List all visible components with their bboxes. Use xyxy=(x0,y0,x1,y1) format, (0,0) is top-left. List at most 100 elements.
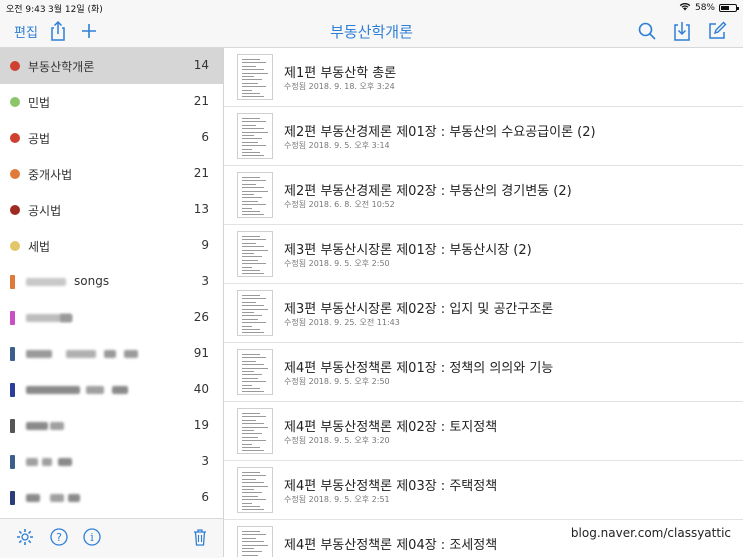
folder-color-marker xyxy=(10,383,15,397)
import-icon[interactable] xyxy=(671,20,693,42)
note-row[interactable]: 제4편 부동산정책론 제01장 : 정책의 의의와 기능 수정됨 2018. 9.… xyxy=(224,343,743,402)
sidebar-item-count: 91 xyxy=(193,346,209,360)
sidebar-item-label: songs xyxy=(74,274,110,288)
add-icon[interactable] xyxy=(78,20,100,42)
note-title: 제3편 부동산시장론 제02장 : 입지 및 공간구조론 xyxy=(284,302,554,317)
sidebar-item-count: 13 xyxy=(193,202,209,216)
redacted-label xyxy=(50,422,64,430)
note-thumbnail xyxy=(237,526,273,557)
sidebar-item-count: 21 xyxy=(193,94,209,108)
note-modified-date: 수정됨 2018. 9. 18. 오후 3:24 xyxy=(284,82,395,91)
redacted-label xyxy=(66,350,96,358)
sidebar-item-label: 부동산학개론 xyxy=(28,60,95,74)
note-modified-date: 수정됨 2018. 9. 5. 오후 2:50 xyxy=(284,377,390,386)
gear-icon[interactable] xyxy=(15,527,35,547)
svg-text:i: i xyxy=(90,531,94,544)
folder-color-marker xyxy=(10,455,15,469)
sidebar-item[interactable]: 중개사법 21 xyxy=(0,156,223,192)
sidebar-item-count: 40 xyxy=(193,382,209,396)
battery-percent: 58% xyxy=(694,3,715,13)
status-right: 58% xyxy=(679,2,739,14)
share-icon[interactable] xyxy=(47,20,69,42)
note-thumbnail xyxy=(237,467,273,513)
sidebar-item-label: 중개사법 xyxy=(28,168,73,182)
sidebar-item[interactable]: 공법 6 xyxy=(0,120,223,156)
redacted-label xyxy=(68,494,80,502)
sidebar-item-count: 26 xyxy=(193,310,209,324)
folder-color-marker xyxy=(10,347,15,361)
sidebar-item[interactable]: 6 xyxy=(0,480,223,516)
note-title: 제4편 부동산정책론 제02장 : 토지정책 xyxy=(284,420,498,435)
redacted-label xyxy=(26,422,48,430)
sidebar-item-count: 14 xyxy=(193,58,209,72)
sidebar-item-count: 6 xyxy=(201,490,209,504)
note-row[interactable]: 제4편 부동산정책론 제02장 : 토지정책 수정됨 2018. 9. 5. 오후… xyxy=(224,402,743,461)
note-row[interactable]: 제1편 부동산학 총론 수정됨 2018. 9. 18. 오후 3:24 xyxy=(224,48,743,107)
sidebar-item[interactable]: 19 xyxy=(0,408,223,444)
note-row[interactable]: 제2편 부동산경제론 제01장 : 부동산의 수요공급이론 (2) 수정됨 201… xyxy=(224,107,743,166)
redacted-label xyxy=(60,314,72,322)
redacted-label xyxy=(112,386,128,394)
note-modified-date: 수정됨 2018. 9. 5. 오후 3:20 xyxy=(284,436,390,445)
sidebar-item[interactable]: 3 xyxy=(0,444,223,480)
navigation-bar: 편집 부동산학개론 xyxy=(0,14,743,48)
sidebar-item-count: 3 xyxy=(201,454,209,468)
note-row[interactable]: 제3편 부동산시장론 제01장 : 부동산시장 (2) 수정됨 2018. 9. … xyxy=(224,225,743,284)
redacted-label xyxy=(26,386,80,394)
note-thumbnail xyxy=(237,54,273,100)
redacted-label xyxy=(124,350,138,358)
redacted-label xyxy=(26,278,66,286)
note-title: 제4편 부동산정책론 제03장 : 주택정책 xyxy=(284,479,498,494)
redacted-label xyxy=(104,350,116,358)
search-icon[interactable] xyxy=(636,20,658,42)
watermark: blog.naver.com/classyattic xyxy=(566,524,735,542)
redacted-label xyxy=(86,386,104,394)
status-bar: 오전 9:43 3월 12일 (화) 58% xyxy=(0,0,743,15)
trash-icon[interactable] xyxy=(190,527,210,547)
note-thumbnail xyxy=(237,231,273,277)
sidebar-item-label: 공시법 xyxy=(28,204,62,218)
redacted-label xyxy=(26,350,52,358)
redacted-label xyxy=(26,494,40,502)
note-title: 제4편 부동산정책론 제04장 : 조세정책 xyxy=(284,538,498,553)
sidebar-item-label: 공법 xyxy=(28,132,51,146)
note-modified-date: 수정됨 2018. 6. 8. 오전 10:52 xyxy=(284,200,395,209)
sidebar-item[interactable]: 민법 21 xyxy=(0,84,223,120)
sidebar-item-count: 9 xyxy=(201,238,209,252)
note-thumbnail xyxy=(237,172,273,218)
compose-icon[interactable] xyxy=(706,20,728,42)
note-list: 제1편 부동산학 총론 수정됨 2018. 9. 18. 오후 3:24 제2편 부… xyxy=(224,48,743,557)
note-title: 제4편 부동산정책론 제01장 : 정책의 의의와 기능 xyxy=(284,361,554,376)
sidebar-item[interactable]: 91 xyxy=(0,336,223,372)
note-modified-date: 수정됨 2018. 9. 5. 오후 3:14 xyxy=(284,141,390,150)
sidebar-item[interactable]: 부동산학개론 14 xyxy=(0,48,223,84)
battery-fill xyxy=(721,6,729,10)
note-title: 제3편 부동산시장론 제01장 : 부동산시장 (2) xyxy=(284,243,532,258)
help-icon[interactable]: ? xyxy=(49,527,69,547)
folder-color-marker xyxy=(10,311,15,325)
note-title: 제2편 부동산경제론 제02장 : 부동산의 경기변동 (2) xyxy=(284,184,572,199)
note-title: 제2편 부동산경제론 제01장 : 부동산의 수요공급이론 (2) xyxy=(284,125,596,140)
info-icon[interactable]: i xyxy=(82,527,102,547)
note-row[interactable]: 제4편 부동산정책론 제03장 : 주택정책 수정됨 2018. 9. 5. 오후… xyxy=(224,461,743,520)
svg-text:?: ? xyxy=(56,531,62,544)
sidebar-item[interactable]: 공시법 13 xyxy=(0,192,223,228)
sidebar-item-count: 21 xyxy=(193,166,209,180)
sidebar: 부동산학개론 14 민법 21 공법 6 중개사법 21 공시법 13 세법 9 songs 3 26 91 4… xyxy=(0,48,224,558)
edit-button[interactable]: 편집 xyxy=(14,22,38,41)
note-thumbnail xyxy=(237,113,273,159)
folder-color-marker xyxy=(10,205,20,215)
battery-icon xyxy=(719,4,739,12)
sidebar-item[interactable]: 40 xyxy=(0,372,223,408)
note-row[interactable]: 제3편 부동산시장론 제02장 : 입지 및 공간구조론 수정됨 2018. 9.… xyxy=(224,284,743,343)
sidebar-item-count: 6 xyxy=(201,130,209,144)
sidebar-item[interactable]: 26 xyxy=(0,300,223,336)
folder-color-marker xyxy=(10,419,15,433)
redacted-label xyxy=(58,458,72,466)
sidebar-item[interactable]: 세법 9 xyxy=(0,228,223,264)
note-row[interactable]: 제2편 부동산경제론 제02장 : 부동산의 경기변동 (2) 수정됨 2018.… xyxy=(224,166,743,225)
folder-color-marker xyxy=(10,491,15,505)
folder-color-marker xyxy=(10,275,15,289)
sidebar-item-label: 민법 xyxy=(28,96,51,110)
sidebar-item[interactable]: songs 3 xyxy=(0,264,223,300)
